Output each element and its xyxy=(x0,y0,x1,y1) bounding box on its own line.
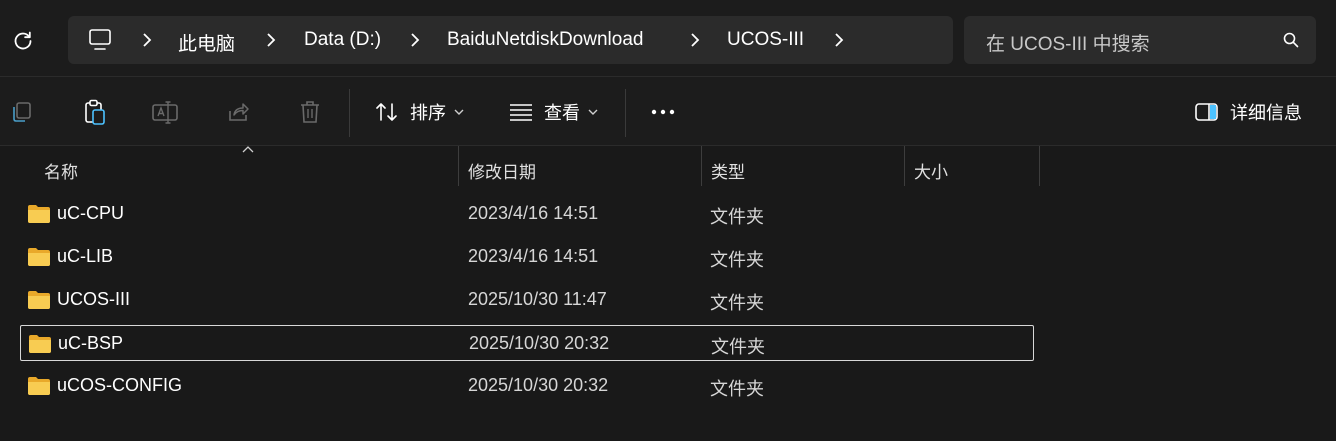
file-type: 文件夹 xyxy=(710,379,764,399)
file-date: 2025/10/30 20:32 xyxy=(469,333,610,353)
details-pane-icon xyxy=(1195,103,1218,121)
file-date: 2023/4/16 14:51 xyxy=(468,246,599,266)
sort-label: 排序 xyxy=(410,103,446,123)
sort-ascending-icon xyxy=(242,146,254,153)
folder-icon xyxy=(28,291,50,309)
toolbar-divider xyxy=(349,89,350,137)
refresh-button[interactable] xyxy=(6,24,40,58)
toolbar-divider xyxy=(625,89,626,137)
more-icon xyxy=(651,109,675,115)
column-divider[interactable] xyxy=(1039,146,1040,186)
paste-icon xyxy=(85,99,105,125)
breadcrumb-this-pc[interactable]: 此电脑 xyxy=(178,29,235,56)
sort-icon xyxy=(376,103,397,121)
list-item[interactable]: UCOS-III 2025/10/30 11:47 文件夹 xyxy=(20,282,1034,318)
column-type[interactable]: 类型 xyxy=(711,158,745,183)
search-box[interactable]: 在 UCOS-III 中搜索 xyxy=(964,16,1316,64)
rename-icon xyxy=(152,101,178,124)
details-pane-button[interactable]: 详细信息 xyxy=(1194,97,1302,127)
breadcrumb-ucos-iii[interactable]: UCOS-III xyxy=(727,29,804,51)
file-name: UCOS-III xyxy=(57,289,131,309)
column-divider[interactable] xyxy=(904,146,905,186)
refresh-icon xyxy=(14,31,32,50)
address-bar[interactable]: 此电脑 Data (D:) BaiduNetdiskDownload UCOS-… xyxy=(68,16,953,64)
file-date: 2025/10/30 11:47 xyxy=(468,289,607,309)
file-name: uC-LIB xyxy=(57,246,114,266)
more-options-button[interactable] xyxy=(650,101,678,128)
chevron-down-icon xyxy=(454,109,464,115)
view-label: 查看 xyxy=(544,103,580,123)
paste-button[interactable] xyxy=(80,97,110,127)
column-divider[interactable] xyxy=(701,146,702,186)
file-type: 文件夹 xyxy=(710,250,764,270)
copy-button[interactable] xyxy=(7,97,37,127)
details-label: 详细信息 xyxy=(1230,103,1302,123)
chevron-right-icon[interactable] xyxy=(832,31,846,49)
file-type: 文件夹 xyxy=(710,293,764,313)
share-icon xyxy=(229,103,249,121)
column-divider[interactable] xyxy=(458,146,459,186)
rename-button[interactable] xyxy=(150,97,180,127)
chevron-right-icon[interactable] xyxy=(264,31,278,49)
list-item-selected[interactable]: uC-BSP 2025/10/30 20:32 文件夹 xyxy=(20,325,1034,361)
sort-button[interactable]: 排序 xyxy=(374,93,464,131)
chevron-right-icon[interactable] xyxy=(688,31,702,49)
breadcrumb-data-drive[interactable]: Data (D:) xyxy=(304,29,381,51)
this-pc-icon[interactable] xyxy=(88,28,112,52)
trash-icon xyxy=(301,101,319,123)
command-bar: 排序 查看 详细信息 xyxy=(0,77,1336,146)
list-item[interactable]: uC-LIB 2023/4/16 14:51 文件夹 xyxy=(20,239,1034,275)
file-name: uCOS-CONFIG xyxy=(57,375,183,395)
column-header: 名称 修改日期 类型 大小 xyxy=(0,146,1336,188)
breadcrumb-baidu[interactable]: BaiduNetdiskDownload xyxy=(447,29,643,51)
file-date: 2023/4/16 14:51 xyxy=(468,203,599,223)
column-date[interactable]: 修改日期 xyxy=(468,158,536,183)
view-icon xyxy=(510,104,532,121)
copy-icon xyxy=(13,102,31,122)
list-item[interactable]: uCOS-CONFIG 2025/10/30 20:32 文件夹 xyxy=(20,368,1034,404)
file-type: 文件夹 xyxy=(711,337,765,357)
column-name[interactable]: 名称 xyxy=(44,158,78,183)
chevron-down-icon xyxy=(588,109,598,115)
chevron-right-icon[interactable] xyxy=(140,31,154,49)
search-icon[interactable] xyxy=(1282,31,1300,49)
folder-icon xyxy=(28,205,50,223)
chevron-right-icon[interactable] xyxy=(408,31,422,49)
column-size[interactable]: 大小 xyxy=(914,158,948,183)
file-name: uC-CPU xyxy=(57,203,125,223)
list-item[interactable]: uC-CPU 2023/4/16 14:51 文件夹 xyxy=(20,196,1034,232)
file-name: uC-BSP xyxy=(58,333,124,353)
folder-icon xyxy=(29,335,51,353)
search-placeholder[interactable]: 在 UCOS-III 中搜索 xyxy=(986,29,1150,56)
delete-button[interactable] xyxy=(295,97,325,127)
file-type: 文件夹 xyxy=(710,207,764,227)
address-toolbar: 此电脑 Data (D:) BaiduNetdiskDownload UCOS-… xyxy=(0,0,1336,77)
share-button[interactable] xyxy=(223,97,253,127)
view-button[interactable]: 查看 xyxy=(508,93,598,131)
folder-icon xyxy=(28,377,50,395)
file-date: 2025/10/30 20:32 xyxy=(468,375,609,395)
folder-icon xyxy=(28,248,50,266)
